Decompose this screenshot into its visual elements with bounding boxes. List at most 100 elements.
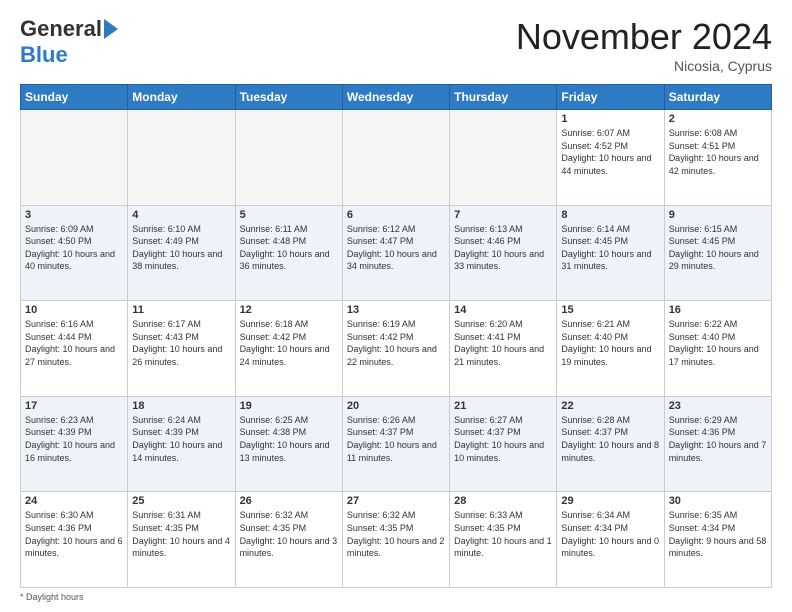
calendar-cell: 21 Sunrise: 6:27 AMSunset: 4:37 PMDayligh… [450,396,557,492]
header: General Blue November 2024 Nicosia, Cypr… [20,16,772,74]
day-info: Sunrise: 6:28 AMSunset: 4:37 PMDaylight:… [561,414,659,464]
calendar-cell: 14 Sunrise: 6:20 AMSunset: 4:41 PMDayligh… [450,301,557,397]
day-number: 20 [347,400,445,412]
calendar-cell: 15 Sunrise: 6:21 AMSunset: 4:40 PMDayligh… [557,301,664,397]
col-header-wednesday: Wednesday [342,85,449,110]
day-number: 2 [669,113,767,125]
calendar-cell: 16 Sunrise: 6:22 AMSunset: 4:40 PMDayligh… [664,301,771,397]
day-number: 17 [25,400,123,412]
calendar-cell [128,110,235,206]
calendar-cell [21,110,128,206]
day-number: 3 [25,209,123,221]
calendar-cell: 17 Sunrise: 6:23 AMSunset: 4:39 PMDayligh… [21,396,128,492]
day-number: 24 [25,495,123,507]
calendar-cell: 24 Sunrise: 6:30 AMSunset: 4:36 PMDayligh… [21,492,128,588]
day-number: 26 [240,495,338,507]
day-number: 16 [669,304,767,316]
day-info: Sunrise: 6:16 AMSunset: 4:44 PMDaylight:… [25,318,123,368]
day-number: 27 [347,495,445,507]
calendar-cell: 29Sunrise: 6:34 AMSunset: 4:34 PMDayligh… [557,492,664,588]
calendar-cell: 12Sunrise: 6:18 AMSunset: 4:42 PMDayligh… [235,301,342,397]
day-number: 9 [669,209,767,221]
col-header-sunday: Sunday [21,85,128,110]
day-number: 21 [454,400,552,412]
day-number: 13 [347,304,445,316]
calendar-cell: 20 Sunrise: 6:26 AMSunset: 4:37 PMDayligh… [342,396,449,492]
day-headers-row: SundayMondayTuesdayWednesdayThursdayFrid… [21,85,772,110]
calendar-cell [235,110,342,206]
daylight-label: Daylight hours [26,592,84,602]
day-info: Sunrise: 6:27 AMSunset: 4:37 PMDaylight:… [454,414,552,464]
day-info: Sunrise: 6:20 AMSunset: 4:41 PMDaylight:… [454,318,552,368]
day-number: 28 [454,495,552,507]
col-header-thursday: Thursday [450,85,557,110]
calendar-cell: 19 Sunrise: 6:25 AMSunset: 4:38 PMDayligh… [235,396,342,492]
calendar-cell: 13Sunrise: 6:19 AMSunset: 4:42 PMDayligh… [342,301,449,397]
calendar-cell: 18Sunrise: 6:24 AMSunset: 4:39 PMDayligh… [128,396,235,492]
calendar-cell: 27 Sunrise: 6:32 AMSunset: 4:35 PMDayligh… [342,492,449,588]
week-row-4: 17 Sunrise: 6:23 AMSunset: 4:39 PMDayligh… [21,396,772,492]
calendar-cell: 10 Sunrise: 6:16 AMSunset: 4:44 PMDayligh… [21,301,128,397]
day-info: Sunrise: 6:25 AMSunset: 4:38 PMDaylight:… [240,414,338,464]
day-info: Sunrise: 6:15 AMSunset: 4:45 PMDaylight:… [669,223,767,273]
calendar-cell: 22Sunrise: 6:28 AMSunset: 4:37 PMDayligh… [557,396,664,492]
day-number: 8 [561,209,659,221]
day-number: 30 [669,495,767,507]
calendar-cell [450,110,557,206]
col-header-friday: Friday [557,85,664,110]
day-number: 5 [240,209,338,221]
day-info: Sunrise: 6:35 AMSunset: 4:34 PMDaylight:… [669,509,767,559]
calendar-cell: 3 Sunrise: 6:09 AMSunset: 4:50 PMDaylight… [21,205,128,301]
day-info: Sunrise: 6:23 AMSunset: 4:39 PMDaylight:… [25,414,123,464]
col-header-monday: Monday [128,85,235,110]
week-row-1: 1Sunrise: 6:07 AMSunset: 4:52 PMDaylight… [21,110,772,206]
day-info: Sunrise: 6:30 AMSunset: 4:36 PMDaylight:… [25,509,123,559]
col-header-tuesday: Tuesday [235,85,342,110]
day-info: Sunrise: 6:08 AMSunset: 4:51 PMDaylight:… [669,127,767,177]
logo-arrow-icon [104,19,118,39]
day-number: 14 [454,304,552,316]
subtitle: Nicosia, Cyprus [516,58,772,74]
calendar-cell: 7Sunrise: 6:13 AMSunset: 4:46 PMDaylight… [450,205,557,301]
col-header-saturday: Saturday [664,85,771,110]
day-number: 15 [561,304,659,316]
day-info: Sunrise: 6:21 AMSunset: 4:40 PMDaylight:… [561,318,659,368]
day-number: 10 [25,304,123,316]
day-number: 1 [561,113,659,125]
calendar-cell: 4Sunrise: 6:10 AMSunset: 4:49 PMDaylight… [128,205,235,301]
day-info: Sunrise: 6:14 AMSunset: 4:45 PMDaylight:… [561,223,659,273]
day-info: Sunrise: 6:10 AMSunset: 4:49 PMDaylight:… [132,223,230,273]
calendar-cell: 30 Sunrise: 6:35 AMSunset: 4:34 PMDayligh… [664,492,771,588]
day-info: Sunrise: 6:22 AMSunset: 4:40 PMDaylight:… [669,318,767,368]
calendar-table: SundayMondayTuesdayWednesdayThursdayFrid… [20,84,772,588]
calendar-cell: 28 Sunrise: 6:33 AMSunset: 4:35 PMDayligh… [450,492,557,588]
day-info: Sunrise: 6:12 AMSunset: 4:47 PMDaylight:… [347,223,445,273]
calendar-cell: 25 Sunrise: 6:31 AMSunset: 4:35 PMDayligh… [128,492,235,588]
day-info: Sunrise: 6:26 AMSunset: 4:37 PMDaylight:… [347,414,445,464]
logo-blue: Blue [20,42,68,67]
day-info: Sunrise: 6:29 AMSunset: 4:36 PMDaylight:… [669,414,767,464]
day-info: Sunrise: 6:33 AMSunset: 4:35 PMDaylight:… [454,509,552,559]
day-info: Sunrise: 6:32 AMSunset: 4:35 PMDaylight:… [240,509,338,559]
day-info: Sunrise: 6:11 AMSunset: 4:48 PMDaylight:… [240,223,338,273]
calendar-cell: 11Sunrise: 6:17 AMSunset: 4:43 PMDayligh… [128,301,235,397]
day-number: 25 [132,495,230,507]
calendar-cell: 2 Sunrise: 6:08 AMSunset: 4:51 PMDaylight… [664,110,771,206]
week-row-5: 24 Sunrise: 6:30 AMSunset: 4:36 PMDayligh… [21,492,772,588]
day-number: 7 [454,209,552,221]
day-info: Sunrise: 6:31 AMSunset: 4:35 PMDaylight:… [132,509,230,559]
day-info: Sunrise: 6:34 AMSunset: 4:34 PMDaylight:… [561,509,659,559]
day-info: Sunrise: 6:32 AMSunset: 4:35 PMDaylight:… [347,509,445,559]
day-number: 23 [669,400,767,412]
day-number: 19 [240,400,338,412]
calendar-cell: 1Sunrise: 6:07 AMSunset: 4:52 PMDaylight… [557,110,664,206]
calendar-cell: 26 Sunrise: 6:32 AMSunset: 4:35 PMDayligh… [235,492,342,588]
day-info: Sunrise: 6:17 AMSunset: 4:43 PMDaylight:… [132,318,230,368]
calendar-cell: 5 Sunrise: 6:11 AMSunset: 4:48 PMDaylight… [235,205,342,301]
calendar-cell: 8 Sunrise: 6:14 AMSunset: 4:45 PMDaylight… [557,205,664,301]
day-info: Sunrise: 6:09 AMSunset: 4:50 PMDaylight:… [25,223,123,273]
logo: General Blue [20,16,118,68]
calendar-cell: 23 Sunrise: 6:29 AMSunset: 4:36 PMDayligh… [664,396,771,492]
week-row-2: 3 Sunrise: 6:09 AMSunset: 4:50 PMDaylight… [21,205,772,301]
footer-note: * Daylight hours [20,592,772,602]
